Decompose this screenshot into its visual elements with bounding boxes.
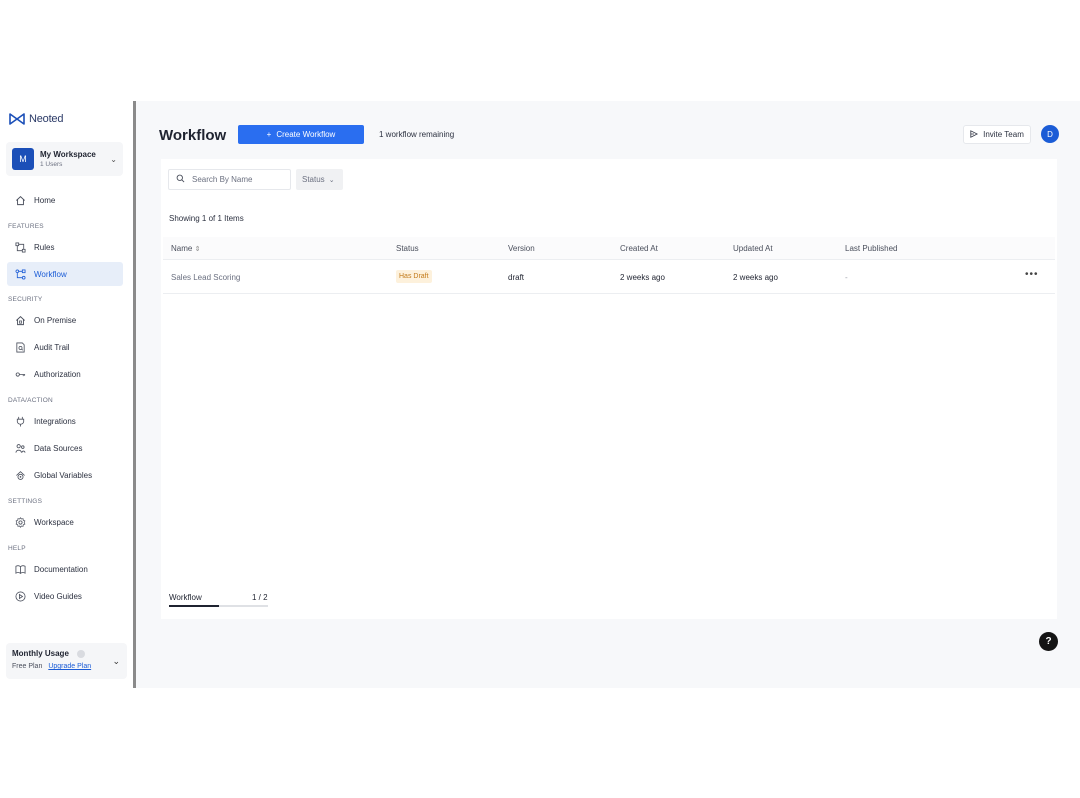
results-count: Showing 1 of 1 Items (169, 214, 244, 223)
book-icon (14, 563, 27, 576)
usage-plan: Free Plan (12, 663, 43, 670)
invite-team-button[interactable]: Invite Team (963, 125, 1031, 144)
column-header-version: Version (508, 244, 535, 253)
people-icon (14, 442, 27, 455)
plus-icon: + (266, 130, 272, 139)
sidebar-item-label: Global Variables (34, 470, 93, 480)
play-circle-icon (14, 590, 27, 603)
column-header-status: Status (396, 244, 419, 253)
nav-section-settings: SETTINGS (8, 498, 43, 505)
monthly-usage-card[interactable]: Monthly Usage Free Plan Upgrade Plan ⌄ (6, 643, 127, 679)
sidebar-item-audit-trail[interactable]: Audit Trail (7, 335, 123, 359)
sidebar-item-label: Audit Trail (34, 342, 70, 352)
search-input[interactable] (192, 175, 287, 184)
sidebar-item-on-premise[interactable]: On Premise (7, 308, 123, 332)
sidebar-item-label: Authorization (34, 369, 81, 379)
sidebar-item-label: On Premise (34, 315, 77, 325)
workspace-switcher[interactable]: M My Workspace 1 Users ⌄ (6, 142, 123, 176)
sidebar-item-label: Documentation (34, 564, 88, 574)
user-avatar[interactable]: D (1041, 125, 1059, 143)
chevron-down-icon: ⌄ (110, 154, 117, 164)
sidebar-item-label: Data Sources (34, 443, 83, 453)
workflow-remaining-text: 1 workflow remaining (379, 130, 455, 139)
nav-section-data-action: DATA/ACTION (8, 397, 53, 404)
pager-progress (169, 605, 219, 607)
status-badge: Has Draft (396, 270, 432, 283)
brand-logo[interactable]: Neoted (9, 113, 63, 125)
column-header-label: Name (171, 244, 193, 253)
rules-icon (14, 241, 27, 254)
table-row[interactable]: Sales Lead Scoring Has Draft draft 2 wee… (163, 261, 1055, 294)
workspace-users: 1 Users (40, 161, 63, 168)
global-variables-icon (14, 469, 27, 482)
app-window: Neoted M My Workspace 1 Users ⌄ Home FEA… (0, 101, 1080, 688)
main-content: Workflow + Create Workflow 1 workflow re… (136, 101, 1080, 688)
sidebar-item-label: Workspace (34, 517, 74, 527)
workspace-name: My Workspace (40, 150, 96, 159)
sidebar-item-home[interactable]: Home (7, 188, 123, 212)
sidebar-item-authorization[interactable]: Authorization (7, 362, 123, 386)
status-filter-label: Status (302, 175, 325, 184)
send-icon (970, 129, 979, 140)
info-icon (76, 649, 85, 658)
status-filter-dropdown[interactable]: Status ⌄ (296, 169, 343, 190)
chevron-down-icon[interactable]: ⌄ (112, 656, 120, 667)
nav-section-features: FEATURES (8, 223, 44, 230)
usage-title: Monthly Usage (12, 649, 69, 658)
pager: Workflow 1 / 2 (169, 591, 269, 609)
chevron-down-icon: ⌄ (328, 176, 335, 184)
column-header-name[interactable]: Name ⇕ (171, 244, 200, 253)
sidebar-item-documentation[interactable]: Documentation (7, 557, 123, 581)
table-header: Name ⇕ Status Version Created At Updated… (163, 237, 1055, 260)
neoted-logo-icon (9, 113, 25, 125)
search-icon (176, 174, 185, 185)
created-at-cell: 2 weeks ago (620, 273, 665, 282)
sidebar-item-workspace[interactable]: Workspace (7, 510, 123, 534)
sidebar: Neoted M My Workspace 1 Users ⌄ Home FEA… (0, 101, 133, 688)
workflow-name-cell[interactable]: Sales Lead Scoring (171, 273, 240, 282)
brand-name: Neoted (29, 113, 64, 125)
updated-at-cell: 2 weeks ago (733, 273, 778, 282)
sidebar-item-label: Video Guides (34, 591, 82, 601)
home-server-icon (14, 314, 27, 327)
page-title: Workflow (159, 127, 227, 144)
gear-icon (14, 516, 27, 529)
pager-label: Workflow (169, 593, 202, 602)
pager-count: 1 / 2 (252, 593, 268, 602)
column-header-created-at: Created At (620, 244, 658, 253)
sidebar-item-video-guides[interactable]: Video Guides (7, 584, 123, 608)
sidebar-item-label: Workflow (34, 269, 67, 279)
document-search-icon (14, 341, 27, 354)
column-header-last-published: Last Published (845, 244, 898, 253)
workspace-avatar: M (12, 148, 34, 170)
key-icon (14, 368, 27, 381)
invite-team-label: Invite Team (983, 130, 1024, 139)
home-icon (14, 194, 27, 207)
nav-section-security: SECURITY (8, 296, 43, 303)
sidebar-item-integrations[interactable]: Integrations (7, 409, 123, 433)
nav-section-help: HELP (8, 545, 26, 552)
sidebar-item-data-sources[interactable]: Data Sources (7, 436, 123, 460)
sidebar-item-global-variables[interactable]: Global Variables (7, 463, 123, 487)
workflow-icon (14, 268, 27, 281)
sidebar-item-workflow[interactable]: Workflow (7, 262, 123, 286)
upgrade-plan-link[interactable]: Upgrade Plan (48, 663, 91, 670)
create-workflow-label: Create Workflow (276, 130, 336, 139)
plug-icon (14, 415, 27, 428)
last-published-cell: - (845, 273, 848, 282)
sidebar-item-label: Integrations (34, 416, 76, 426)
workflow-panel: Status ⌄ Showing 1 of 1 Items Name ⇕ Sta… (161, 159, 1057, 619)
create-workflow-button[interactable]: + Create Workflow (238, 125, 364, 144)
sidebar-item-label: Rules (34, 242, 55, 252)
search-field[interactable] (168, 169, 291, 190)
sidebar-item-rules[interactable]: Rules (7, 235, 123, 259)
version-cell: draft (508, 273, 525, 282)
sort-icon[interactable]: ⇕ (195, 246, 201, 253)
help-button[interactable]: ? (1039, 632, 1058, 651)
more-options-icon[interactable]: ••• (1025, 269, 1039, 280)
sidebar-item-label: Home (34, 195, 56, 205)
column-header-updated-at: Updated At (733, 244, 773, 253)
